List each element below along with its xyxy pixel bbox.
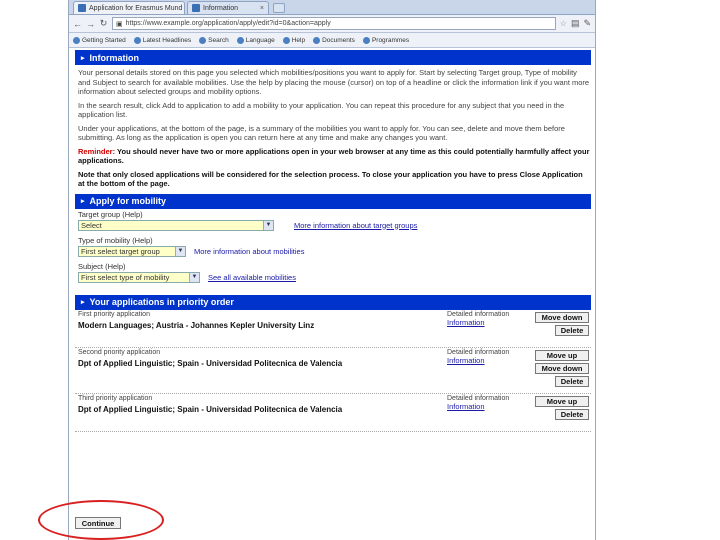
- tab-label: Application for Erasmus Mund: [89, 4, 183, 12]
- bookmark-item[interactable]: Help: [282, 36, 305, 44]
- bookmark-icon: [362, 36, 370, 44]
- wrench-icon[interactable]: ✎: [583, 18, 591, 29]
- applications-header: ▸ Your applications in priority order: [75, 294, 591, 310]
- bookmark-icon: [133, 36, 141, 44]
- move-down-button[interactable]: Move down: [535, 311, 589, 323]
- address-bar[interactable]: ▣ https://www.example.org/application/ap…: [112, 17, 556, 30]
- detail-label: Detailed information: [447, 310, 510, 318]
- application-name: Dpt of Applied Linguistic; Spain - Unive…: [78, 404, 343, 414]
- detail-label: Detailed information: [447, 394, 510, 402]
- move-up-button[interactable]: Move up: [535, 395, 589, 407]
- tab-label: Information: [203, 4, 239, 12]
- section-arrow-icon: ▸: [81, 198, 85, 205]
- chevron-down-icon: ▼: [175, 246, 185, 256]
- navigation-bar: ← → ↻ ▣ https://www.example.org/applicat…: [69, 15, 595, 33]
- detail-label: Detailed information: [447, 348, 510, 356]
- bookmark-item[interactable]: Search: [199, 36, 229, 44]
- subject-row: First select type of mobility ▼ See all …: [78, 271, 591, 283]
- mobility-info-link[interactable]: More information about mobilities: [194, 247, 304, 256]
- bookmark-icon: [73, 36, 80, 44]
- mobility-type-select[interactable]: First select target group ▼: [78, 245, 186, 257]
- bookmark-item[interactable]: Getting Started: [73, 36, 126, 44]
- detail-info-link[interactable]: Information: [447, 318, 531, 327]
- close-tab-icon[interactable]: ×: [260, 5, 264, 12]
- section-arrow-icon: ▸: [81, 54, 85, 62]
- detail-info-link[interactable]: Information: [447, 356, 531, 365]
- note-paragraph: Note that only closed applications will …: [78, 169, 583, 189]
- info-paragraph: In the search result, click Add to appli…: [78, 100, 565, 120]
- application-row: Third priority application Dpt of Applie…: [75, 394, 591, 432]
- bookmark-item[interactable]: Language: [236, 36, 275, 44]
- reminder-label: Reminder:: [78, 146, 116, 156]
- delete-button[interactable]: Delete: [555, 324, 589, 336]
- section-arrow-icon: ▸: [81, 299, 85, 306]
- all-mobilities-link[interactable]: See all available mobilities: [208, 273, 296, 282]
- priority-label: First priority application: [78, 310, 150, 318]
- page-menu-icon[interactable]: ▤: [571, 18, 580, 29]
- page-favicon-icon: [192, 4, 200, 12]
- application-name: Dpt of Applied Linguistic; Spain - Unive…: [78, 358, 343, 368]
- bookmark-item[interactable]: Latest Headlines: [133, 36, 191, 44]
- new-tab-button[interactable]: [273, 3, 285, 13]
- target-group-row: Select ▼ More information about target g…: [78, 219, 591, 231]
- browser-window: Application for Erasmus Mund × Informati…: [68, 0, 596, 540]
- info-paragraph: Your personal details stored on this pag…: [78, 68, 590, 96]
- continue-button[interactable]: Continue: [75, 517, 121, 529]
- target-group-select[interactable]: Select ▼: [78, 219, 274, 231]
- address-text: https://www.example.org/application/appl…: [125, 20, 331, 27]
- reload-icon[interactable]: ↻: [99, 18, 108, 29]
- bookmark-icon: [236, 36, 244, 44]
- mobility-type-row: First select target group ▼ More informa…: [78, 245, 591, 257]
- bookmark-item[interactable]: Programmes: [362, 36, 409, 44]
- info-paragraph: Under your applications, at the bottom o…: [78, 123, 565, 143]
- bookmark-star-icon[interactable]: ☆: [560, 19, 567, 28]
- page-content: ▸ Information Your personal details stor…: [75, 50, 591, 432]
- bookmark-icon: [313, 36, 321, 44]
- move-up-button[interactable]: Move up: [535, 349, 589, 361]
- bookmarks-bar: Getting Started Latest Headlines Search …: [69, 33, 595, 48]
- delete-button[interactable]: Delete: [555, 375, 589, 387]
- move-down-button[interactable]: Move down: [535, 362, 589, 374]
- tab-information[interactable]: Information ×: [187, 1, 269, 14]
- subject-label: Subject (Help): [78, 261, 126, 271]
- subject-select[interactable]: First select type of mobility ▼: [78, 271, 200, 283]
- tab-bar: Application for Erasmus Mund × Informati…: [69, 0, 595, 15]
- priority-label: Third priority application: [78, 394, 153, 402]
- delete-button[interactable]: Delete: [555, 408, 589, 420]
- reminder-text: You should never have two or more applic…: [78, 146, 590, 166]
- forward-icon[interactable]: →: [86, 19, 95, 29]
- detail-info-link[interactable]: Information: [447, 402, 531, 411]
- apply-header: ▸ Apply for mobility: [75, 193, 591, 209]
- lock-icon: ▣: [116, 20, 123, 28]
- chevron-down-icon: ▼: [263, 220, 273, 230]
- priority-label: Second priority application: [78, 348, 161, 356]
- bookmark-icon: [282, 36, 290, 44]
- reminder-paragraph: Reminder: You should never have two or m…: [78, 147, 591, 166]
- application-name: Modern Languages; Austria - Johannes Kep…: [78, 320, 315, 330]
- mobility-type-label: Type of mobility (Help): [78, 235, 153, 245]
- page-favicon-icon: [78, 4, 86, 12]
- bookmark-item[interactable]: Documents: [313, 36, 355, 44]
- application-row: First priority application Modern Langua…: [75, 310, 591, 348]
- application-row: Second priority application Dpt of Appli…: [75, 348, 591, 394]
- bookmark-icon: [199, 36, 207, 44]
- target-group-label: Target group (Help): [78, 209, 143, 219]
- back-icon[interactable]: ←: [73, 19, 82, 29]
- chevron-down-icon: ▼: [189, 272, 199, 282]
- tab-application[interactable]: Application for Erasmus Mund ×: [73, 1, 185, 14]
- information-header: ▸ Information: [75, 50, 591, 65]
- target-group-info-link[interactable]: More information about target groups: [294, 221, 417, 230]
